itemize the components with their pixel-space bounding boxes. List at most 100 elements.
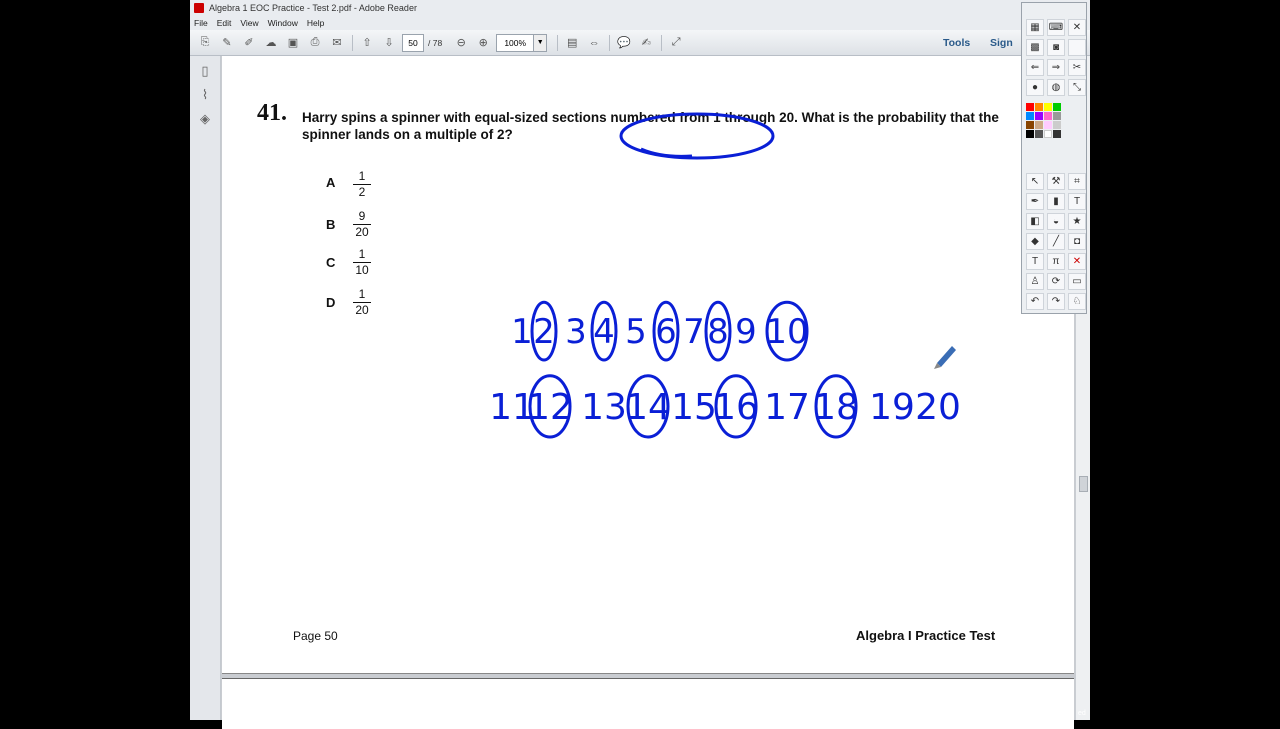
swatch-pink[interactable] bbox=[1044, 112, 1052, 120]
save-icon[interactable]: ▣ bbox=[284, 34, 302, 52]
swatch-black[interactable] bbox=[1026, 130, 1034, 138]
zoom-level-input[interactable]: 100% bbox=[496, 33, 535, 52]
swatch-white[interactable] bbox=[1044, 130, 1052, 138]
swatch-charcoal[interactable] bbox=[1053, 130, 1061, 138]
star-icon[interactable]: ★ bbox=[1068, 213, 1086, 230]
palette-top-grid: ▦ ⌨ ✕ ▩ ◙ ⇐ ⇒ ✂ ● ◍ ⤡ bbox=[1026, 19, 1086, 96]
print-icon[interactable]: ⎙ bbox=[306, 34, 324, 52]
page-thumbnails-icon[interactable]: ▯ bbox=[198, 64, 212, 78]
swatch-orange[interactable] bbox=[1035, 103, 1043, 111]
new-page-icon[interactable]: ▭ bbox=[1068, 273, 1086, 290]
record-icon[interactable]: ● bbox=[1026, 79, 1044, 96]
color-swatches bbox=[1026, 103, 1061, 138]
swatch-light-pink[interactable] bbox=[1044, 121, 1052, 129]
ink-number: 9 bbox=[735, 312, 757, 352]
swatch-red[interactable] bbox=[1026, 103, 1034, 111]
swatch-brown[interactable] bbox=[1026, 121, 1034, 129]
highlighter-icon[interactable]: ▮ bbox=[1047, 193, 1065, 210]
blackboard-icon[interactable]: ▩ bbox=[1026, 39, 1044, 56]
pdf-page: 41. Harry spins a spinner with equal-siz… bbox=[222, 56, 1074, 674]
page-number-input[interactable]: 50 bbox=[402, 33, 424, 52]
edit-pdf-icon[interactable]: ✎ bbox=[218, 34, 236, 52]
ink-number: 4 bbox=[593, 312, 615, 352]
refresh-icon[interactable]: ⟳ bbox=[1047, 273, 1065, 290]
fullscreen-icon[interactable]: ⤢ bbox=[667, 34, 685, 52]
next-pdf-page bbox=[222, 678, 1074, 729]
ink-underline bbox=[640, 147, 693, 158]
pdf-app-icon bbox=[194, 3, 204, 13]
ink-number: 1 bbox=[511, 312, 533, 352]
delete-icon[interactable]: ✕ bbox=[1068, 253, 1086, 270]
ink-number: 10 bbox=[765, 312, 808, 352]
swatch-tan[interactable] bbox=[1035, 121, 1043, 129]
upload-cloud-icon[interactable]: ☁ bbox=[262, 34, 280, 52]
resize-icon[interactable]: ⤡ bbox=[1068, 79, 1086, 96]
swatch-purple[interactable] bbox=[1035, 112, 1043, 120]
menu-view[interactable]: View bbox=[240, 18, 258, 28]
ink-number: 20 bbox=[915, 387, 961, 428]
previous-page-icon[interactable]: ⇧ bbox=[358, 34, 376, 52]
fit-width-icon[interactable]: ⇔ bbox=[585, 34, 603, 52]
swatch-dark-gray[interactable] bbox=[1035, 130, 1043, 138]
keyboard-icon[interactable]: ⌨ bbox=[1047, 19, 1065, 36]
ink-annotations: 1 2 3 4 5 6 7 8 9 10 1112 1314 1516 17 18 19 20 bbox=[489, 112, 961, 439]
fill-bucket-icon[interactable]: ◒ bbox=[1047, 213, 1065, 230]
undo-page-icon[interactable]: ⇐ bbox=[1026, 59, 1044, 76]
line-tool-icon[interactable]: ╱ bbox=[1047, 233, 1065, 250]
ink-number: 15 bbox=[671, 387, 717, 428]
annotation-tool-palette: ▦ ⌨ ✕ ▩ ◙ ⇐ ⇒ ✂ ● ◍ ⤡ ↖ ⚒ ⌗ ✒ ▮ T ◧ ◒ ★ … bbox=[1021, 2, 1087, 314]
menu-help[interactable]: Help bbox=[307, 18, 324, 28]
tools-icon[interactable]: ⚒ bbox=[1047, 173, 1065, 190]
shapes-icon[interactable]: ◆ bbox=[1026, 233, 1044, 250]
pen-icon[interactable]: ✒ bbox=[1026, 193, 1044, 210]
select-cursor-icon[interactable]: ↖ bbox=[1026, 173, 1044, 190]
crop-icon[interactable]: ⌗ bbox=[1068, 173, 1086, 190]
swatch-blue[interactable] bbox=[1026, 112, 1034, 120]
redo-page-icon[interactable]: ⇒ bbox=[1047, 59, 1065, 76]
toolbar-separator bbox=[661, 34, 663, 51]
comment-tool-icon[interactable]: ✐ bbox=[240, 34, 258, 52]
undo-icon[interactable]: ↶ bbox=[1026, 293, 1044, 310]
fit-page-icon[interactable]: ▤ bbox=[563, 34, 581, 52]
redo-icon[interactable]: ↷ bbox=[1047, 293, 1065, 310]
menu-window[interactable]: Window bbox=[268, 18, 298, 28]
swatch-gray[interactable] bbox=[1053, 112, 1061, 120]
scissors-icon[interactable]: ✂ bbox=[1068, 59, 1086, 76]
screen-capture-icon[interactable]: ▦ bbox=[1026, 19, 1044, 36]
pi-symbol-icon[interactable]: π bbox=[1047, 253, 1065, 270]
footer-page-label: Page 50 bbox=[293, 629, 338, 643]
menu-file[interactable]: File bbox=[194, 18, 208, 28]
pen-cursor-icon bbox=[934, 346, 956, 369]
document-view: 41. Harry spins a spinner with equal-siz… bbox=[221, 56, 1090, 729]
ink-number: 5 bbox=[625, 312, 647, 352]
swatch-yellow[interactable] bbox=[1044, 103, 1052, 111]
toolbar-separator bbox=[557, 34, 559, 51]
highlight-icon[interactable]: ✍ bbox=[637, 34, 655, 52]
zoom-in-icon[interactable]: ⊕ bbox=[474, 34, 492, 52]
swatch-green[interactable] bbox=[1053, 103, 1061, 111]
tools-pane-button[interactable]: Tools bbox=[943, 37, 970, 49]
sticky-note-icon[interactable]: 💬 bbox=[615, 34, 633, 52]
email-icon[interactable]: ✉ bbox=[328, 34, 346, 52]
next-page-icon[interactable]: ⇩ bbox=[380, 34, 398, 52]
swatch-light-gray[interactable] bbox=[1053, 121, 1061, 129]
zoom-out-icon[interactable]: ⊖ bbox=[452, 34, 470, 52]
globe-icon[interactable]: ◍ bbox=[1047, 79, 1065, 96]
scrollbar-thumb[interactable] bbox=[1079, 476, 1088, 492]
camera-icon[interactable]: ◙ bbox=[1047, 39, 1065, 56]
person-icon[interactable]: ♙ bbox=[1026, 273, 1044, 290]
eraser-icon[interactable]: ◧ bbox=[1026, 213, 1044, 230]
menu-edit[interactable]: Edit bbox=[217, 18, 232, 28]
text-box-icon[interactable]: T bbox=[1026, 253, 1044, 270]
person-alt-icon[interactable]: ♘ bbox=[1068, 293, 1086, 310]
blank-tool-icon[interactable] bbox=[1068, 39, 1086, 56]
create-pdf-icon[interactable]: ⎘ bbox=[196, 34, 214, 52]
shape-fill-icon[interactable]: ◘ bbox=[1068, 233, 1086, 250]
text-tool-icon[interactable]: T bbox=[1068, 193, 1086, 210]
ink-number: 17 bbox=[764, 387, 810, 428]
sign-pane-button[interactable]: Sign bbox=[990, 37, 1013, 49]
attachments-icon[interactable]: ⌇ bbox=[198, 88, 212, 102]
zoom-dropdown-icon[interactable]: ▼ bbox=[534, 33, 548, 52]
layers-icon[interactable]: ◈ bbox=[198, 112, 212, 126]
close-palette-icon[interactable]: ✕ bbox=[1068, 19, 1086, 36]
